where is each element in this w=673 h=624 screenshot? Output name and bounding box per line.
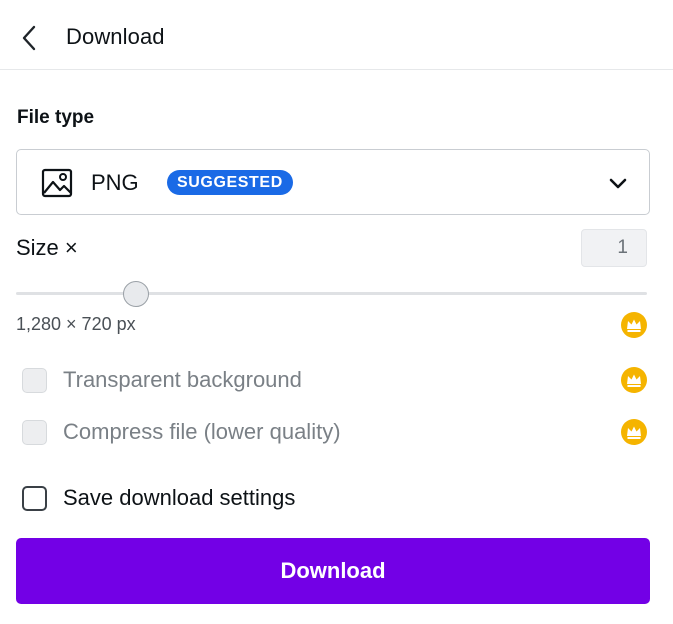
download-button[interactable]: Download — [16, 538, 650, 604]
image-icon — [41, 168, 73, 198]
crown-icon — [621, 312, 647, 338]
suggested-badge: SUGGESTED — [167, 170, 293, 195]
transparent-background-option[interactable]: Transparent background — [22, 365, 302, 395]
chevron-left-icon — [22, 25, 36, 51]
size-label: Size × — [16, 235, 78, 260]
compress-file-checkbox[interactable] — [22, 419, 47, 445]
panel-header: Download — [0, 0, 673, 70]
option-label: Compress file (lower quality) — [63, 419, 341, 444]
size-slider-thumb[interactable] — [122, 281, 149, 307]
file-type-select[interactable]: PNG SUGGESTED — [16, 149, 650, 215]
chevron-down-icon — [609, 178, 627, 189]
option-label: Save download settings — [63, 485, 296, 510]
file-type-label: File type — [17, 107, 95, 128]
file-type-value: PNG — [91, 170, 139, 195]
save-download-settings-checkbox[interactable] — [22, 485, 47, 511]
back-button[interactable] — [12, 20, 48, 56]
save-download-settings-option[interactable]: Save download settings — [22, 483, 295, 513]
size-multiplier-input[interactable] — [581, 229, 647, 267]
option-label: Transparent background — [63, 367, 302, 392]
crown-icon — [621, 367, 647, 393]
download-panel: Download File type PNG SUGGESTED Size × … — [0, 0, 673, 624]
size-slider-track[interactable] — [16, 292, 647, 295]
transparent-background-checkbox[interactable] — [22, 367, 47, 393]
page-title: Download — [66, 24, 165, 49]
compress-file-option[interactable]: Compress file (lower quality) — [22, 417, 341, 447]
crown-icon — [621, 419, 647, 445]
size-dimensions: 1,280 × 720 px — [16, 314, 136, 334]
